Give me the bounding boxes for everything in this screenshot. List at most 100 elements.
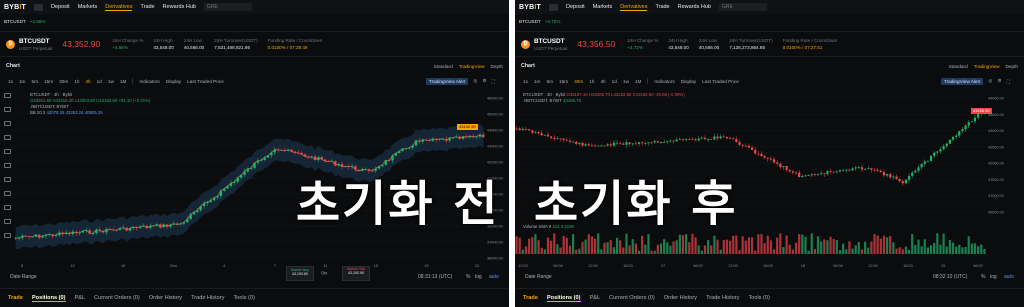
tab-trade[interactable]: Trade <box>8 295 23 301</box>
scale-log[interactable]: log <box>990 274 997 280</box>
interval-4h[interactable]: 4h <box>85 79 90 84</box>
interval-1m[interactable]: 1m <box>19 79 26 84</box>
interval-1m[interactable]: 1m <box>534 79 541 84</box>
interval-4h[interactable]: 4h <box>600 79 605 84</box>
scale-auto[interactable]: auto <box>489 274 499 280</box>
trash-tool-icon[interactable] <box>3 233 11 238</box>
interval-1d[interactable]: 1d <box>612 79 617 84</box>
nav-markets[interactable]: Markets <box>593 4 613 10</box>
interval-15m[interactable]: 15m <box>559 79 568 84</box>
interval-1d[interactable]: 1d <box>97 79 102 84</box>
date-range-select[interactable]: Date Range <box>10 274 37 280</box>
indicators-button[interactable]: Indicators <box>139 79 159 84</box>
tradingview-alert-button[interactable]: TradingView Alert <box>940 77 984 85</box>
fullscreen-icon[interactable]: ⛶ <box>1007 79 1010 84</box>
nav-trade[interactable]: Trade <box>140 4 154 10</box>
display-button[interactable]: Display <box>681 79 696 84</box>
tab-order-history[interactable]: Order History <box>149 295 182 301</box>
last-price-select[interactable]: Last Traded Price <box>702 79 739 84</box>
view-standard[interactable]: Standard <box>434 64 453 69</box>
trendline-tool-icon[interactable] <box>3 107 11 112</box>
pattern-tool-icon[interactable] <box>3 163 11 168</box>
tab-trade-history[interactable]: Trade History <box>191 295 224 301</box>
interval-5m[interactable]: 5m <box>546 79 553 84</box>
symbol-selector[interactable]: BTCUSDT USDT Perpetual <box>534 38 567 51</box>
scale-auto[interactable]: auto <box>1004 274 1014 280</box>
measure-tool-icon[interactable] <box>3 177 11 182</box>
nav-markets[interactable]: Markets <box>78 4 98 10</box>
view-standard[interactable]: Standard <box>949 64 968 69</box>
search-input[interactable]: GRE <box>203 3 252 11</box>
tab-trade-history[interactable]: Trade History <box>706 295 739 301</box>
candle-body <box>826 171 829 175</box>
scale-log[interactable]: log <box>475 274 482 280</box>
interval-1M[interactable]: 1M <box>120 79 127 84</box>
interval-1s[interactable]: 1s <box>8 79 13 84</box>
lock-tool-icon[interactable] <box>3 219 11 224</box>
tab-pnl[interactable]: P&L <box>590 295 601 301</box>
symbol-selector[interactable]: BTCUSDT USDT Perpetual <box>19 38 52 51</box>
nav-deposit[interactable]: Deposit <box>51 4 70 10</box>
scale-percent[interactable]: % <box>466 274 470 280</box>
nav-deposit[interactable]: Deposit <box>566 4 585 10</box>
search-input[interactable]: GRE <box>718 3 767 11</box>
bybit-logo[interactable]: BYBIT <box>4 4 26 11</box>
settings-icon[interactable]: ⚙ <box>998 78 1002 84</box>
view-tradingview[interactable]: TradingView <box>459 64 485 69</box>
tab-pnl[interactable]: P&L <box>75 295 86 301</box>
view-tradingview[interactable]: TradingView <box>974 64 1000 69</box>
fib-tool-icon[interactable] <box>3 121 11 126</box>
scale-percent[interactable]: % <box>981 274 985 280</box>
interval-5m[interactable]: 5m <box>31 79 38 84</box>
interval-1M[interactable]: 1M <box>635 79 642 84</box>
nav-rewards-hub[interactable]: Rewards Hub <box>678 4 711 10</box>
interval-1h[interactable]: 1h <box>589 79 594 84</box>
text-tool-icon[interactable] <box>3 149 11 154</box>
market-buy-button[interactable]: Market Buy 43,193.80 <box>286 266 314 281</box>
interval-1w[interactable]: 1w <box>623 79 629 84</box>
tab-positions[interactable]: Positions (0) <box>31 295 66 302</box>
camera-icon[interactable]: ◎ <box>988 78 992 84</box>
qty-input[interactable]: Qty <box>321 270 327 275</box>
candle-body <box>860 167 864 170</box>
fullscreen-icon[interactable]: ⛶ <box>492 79 495 84</box>
last-price-select[interactable]: Last Traded Price <box>187 79 224 84</box>
nav-derivatives[interactable]: Derivatives <box>620 4 648 11</box>
tab-trade[interactable]: Trade <box>523 295 538 301</box>
nav-trade[interactable]: Trade <box>655 4 669 10</box>
tab-current-orders[interactable]: Current Orders (0) <box>609 295 655 301</box>
zoom-tool-icon[interactable] <box>3 191 11 196</box>
utc-clock[interactable]: 08:32:10 (UTC) <box>933 274 967 280</box>
tab-order-history[interactable]: Order History <box>664 295 697 301</box>
magnet-tool-icon[interactable] <box>3 205 11 210</box>
fav-symbol[interactable]: BTCUSDT <box>519 19 541 24</box>
display-button[interactable]: Display <box>166 79 181 84</box>
date-range-select[interactable]: Date Range <box>525 274 552 280</box>
interval-1s[interactable]: 1s <box>523 79 528 84</box>
bybit-logo[interactable]: BYBIT <box>519 4 541 11</box>
nav-rewards-hub[interactable]: Rewards Hub <box>163 4 196 10</box>
tab-tools[interactable]: Tools (0) <box>233 295 254 301</box>
settings-icon[interactable]: ⚙ <box>483 78 487 84</box>
nav-derivatives[interactable]: Derivatives <box>105 4 133 11</box>
view-depth[interactable]: Depth <box>490 64 503 69</box>
interval-15m[interactable]: 15m <box>44 79 53 84</box>
interval-30m[interactable]: 30m <box>574 79 583 84</box>
tab-current-orders[interactable]: Current Orders (0) <box>94 295 140 301</box>
interval-1w[interactable]: 1w <box>108 79 114 84</box>
interval-1h[interactable]: 1h <box>74 79 79 84</box>
view-depth[interactable]: Depth <box>1005 64 1018 69</box>
brush-tool-icon[interactable] <box>3 135 11 140</box>
utc-clock[interactable]: 08:31:13 (UTC) <box>418 274 452 280</box>
tab-tools[interactable]: Tools (0) <box>748 295 769 301</box>
crosshair-tool-icon[interactable] <box>3 93 11 98</box>
fav-symbol[interactable]: BTCUSDT <box>4 19 26 24</box>
camera-icon[interactable]: ◎ <box>473 78 477 84</box>
apps-grid-icon[interactable] <box>34 3 44 11</box>
tab-positions[interactable]: Positions (0) <box>546 295 581 302</box>
indicators-button[interactable]: Indicators <box>654 79 674 84</box>
tradingview-alert-button[interactable]: TradingView Alert <box>425 77 469 85</box>
apps-grid-icon[interactable] <box>549 3 559 11</box>
interval-30m[interactable]: 30m <box>59 79 68 84</box>
market-sell-button[interactable]: Market Sell 43,192.90 <box>342 266 370 281</box>
